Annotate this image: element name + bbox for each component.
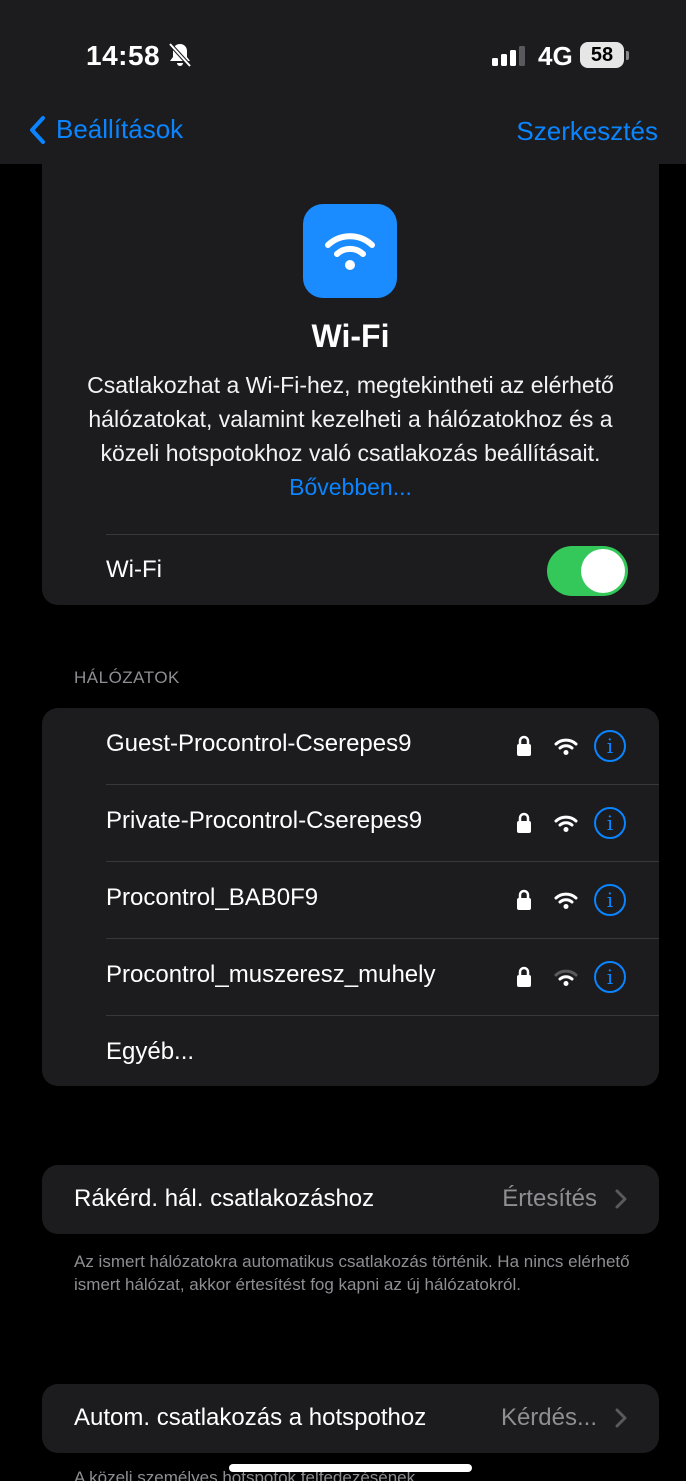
wifi-app-icon bbox=[303, 204, 397, 298]
info-icon[interactable]: i bbox=[594, 730, 626, 762]
page-title: Wi-Fi bbox=[311, 318, 390, 354]
network-type: 4G bbox=[538, 41, 573, 71]
back-label: Beállítások bbox=[56, 114, 184, 144]
wifi-signal-icon bbox=[554, 814, 578, 837]
back-button[interactable]: Beállítások bbox=[28, 114, 183, 145]
other-network-label: Egyéb... bbox=[106, 1038, 195, 1065]
auto-hotspot-value: Kérdés... bbox=[500, 1404, 597, 1431]
wifi-signal-icon bbox=[554, 891, 578, 914]
chevron-left-icon bbox=[30, 115, 45, 144]
other-network-row[interactable]: Egyéb... bbox=[42, 1016, 659, 1086]
edit-button[interactable]: Szerkesztés bbox=[516, 116, 658, 147]
cellular-signal-icon bbox=[492, 46, 528, 71]
status-bar: 14:58 4G 58 bbox=[0, 0, 686, 100]
wifi-toggle-label: Wi-Fi bbox=[106, 556, 162, 583]
divider bbox=[106, 534, 659, 535]
network-name: Private-Procontrol-Cserepes9 bbox=[106, 807, 423, 834]
ask-to-join-row[interactable]: Rákérd. hál. csatlakozáshoz Értesítés bbox=[42, 1165, 659, 1234]
lock-icon bbox=[516, 735, 532, 762]
network-name: Procontrol_muszeresz_muhely bbox=[106, 961, 436, 988]
navigation-bar: Beállítások Szerkesztés bbox=[0, 100, 686, 164]
status-time: 14:58 bbox=[86, 40, 161, 71]
wifi-signal-icon bbox=[554, 737, 578, 760]
settings-screen: 14:58 4G 58 Beállítások Szerkesztés Wi-F… bbox=[0, 0, 686, 1481]
description-text: Csatlakozhat a Wi-Fi-hez, megtekintheti … bbox=[87, 372, 614, 466]
home-indicator[interactable] bbox=[229, 1464, 472, 1472]
network-row[interactable]: Guest-Procontrol-Cserepes9 i bbox=[42, 708, 659, 785]
ask-to-join-value: Értesítés bbox=[502, 1185, 597, 1212]
lock-icon bbox=[516, 966, 532, 993]
networks-header: HÁLÓZATOK bbox=[74, 668, 180, 687]
lock-icon bbox=[516, 812, 532, 839]
toggle-knob bbox=[581, 549, 625, 593]
ask-to-join-footnote: Az ismert hálózatokra automatikus csatla… bbox=[74, 1252, 630, 1294]
wifi-signal-icon bbox=[554, 968, 578, 991]
network-row[interactable]: Procontrol_muszeresz_muhely i bbox=[42, 939, 659, 1016]
info-icon[interactable]: i bbox=[594, 884, 626, 916]
learn-more-link[interactable]: Bővebben... bbox=[289, 474, 412, 500]
network-name: Procontrol_BAB0F9 bbox=[106, 884, 319, 911]
battery-icon: 58 bbox=[580, 40, 630, 70]
auto-hotspot-label: Autom. csatlakozás a hotspothoz bbox=[74, 1404, 427, 1431]
wifi-description: Csatlakozhat a Wi-Fi-hez, megtekintheti … bbox=[82, 368, 619, 504]
wifi-hero-card: Wi-Fi Csatlakozhat a Wi-Fi-hez, megtekin… bbox=[42, 164, 659, 605]
chevron-right-icon bbox=[615, 1408, 627, 1433]
battery-level: 58 bbox=[580, 42, 624, 68]
auto-hotspot-row[interactable]: Autom. csatlakozás a hotspothoz Kérdés..… bbox=[42, 1384, 659, 1453]
network-row[interactable]: Private-Procontrol-Cserepes9 i bbox=[42, 785, 659, 862]
chevron-right-icon bbox=[615, 1189, 627, 1214]
info-icon[interactable]: i bbox=[594, 807, 626, 839]
networks-list: Guest-Procontrol-Cserepes9 i Private-Pro… bbox=[42, 708, 659, 1086]
network-row[interactable]: Procontrol_BAB0F9 i bbox=[42, 862, 659, 939]
info-icon[interactable]: i bbox=[594, 961, 626, 993]
lock-icon bbox=[516, 889, 532, 916]
wifi-toggle[interactable] bbox=[547, 546, 628, 596]
network-name: Guest-Procontrol-Cserepes9 bbox=[106, 730, 412, 757]
ask-to-join-label: Rákérd. hál. csatlakozáshoz bbox=[74, 1185, 375, 1212]
silent-bell-icon bbox=[168, 42, 192, 73]
